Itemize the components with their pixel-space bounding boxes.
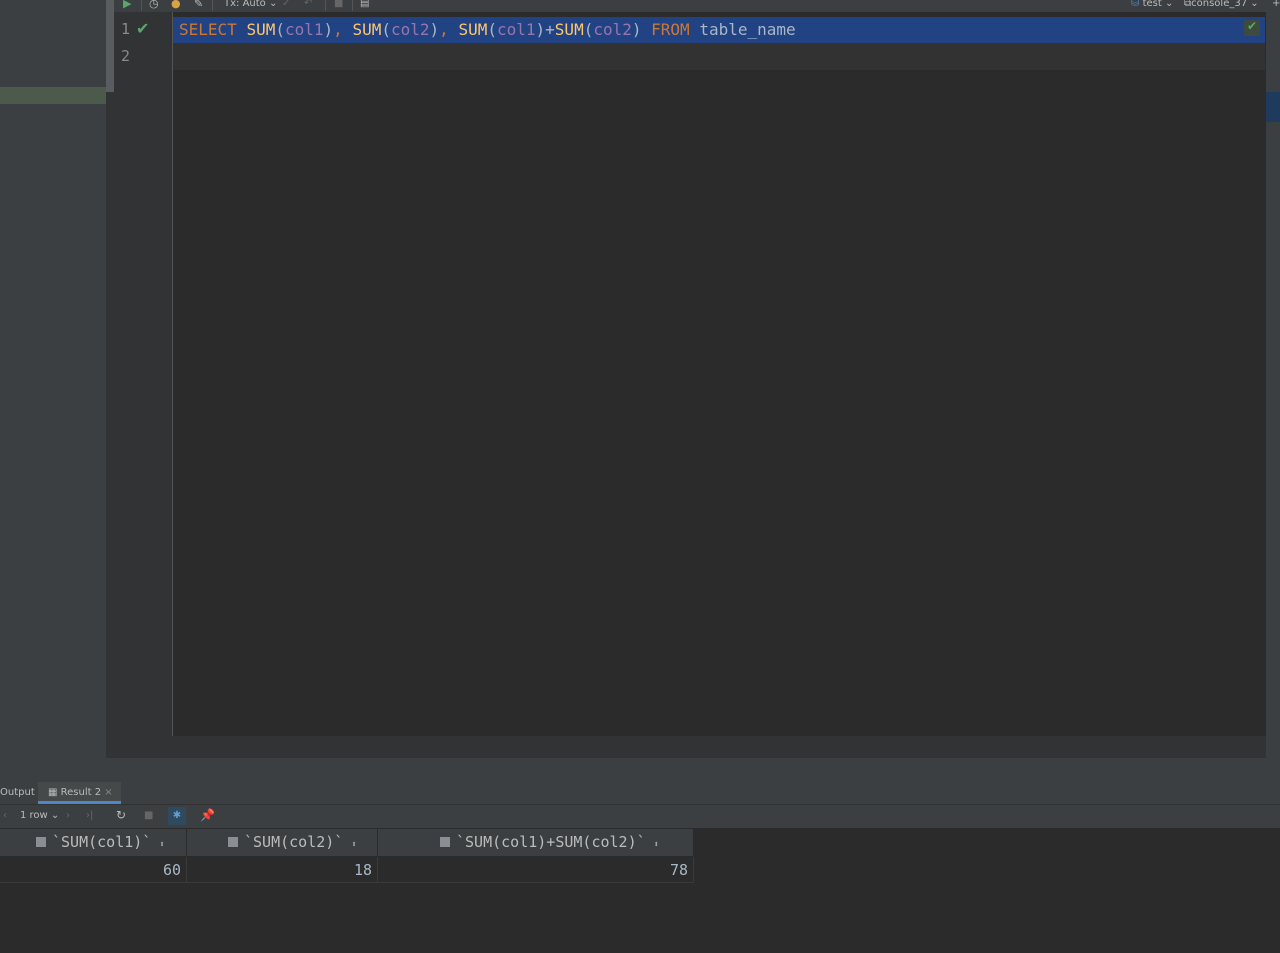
tab-result-label: Result 2 (60, 787, 102, 798)
column-icon (36, 836, 46, 847)
line-number-2: 2 (120, 47, 130, 65)
run-icon[interactable]: ▶ (123, 0, 131, 10)
refresh-icon[interactable]: ↻ (116, 808, 126, 822)
column-header-label: `SUM(col1)` (52, 833, 152, 851)
column-icon (440, 836, 450, 847)
console-toolbar: ▶ ◷ ● ✎ Tx: Auto ⌄ ✓ ↶ ■ ▤ ⛁ test ⌄ ⧉con… (114, 0, 1280, 12)
sql-function: SUM (458, 20, 488, 39)
stripe-marker[interactable] (1266, 92, 1280, 122)
table-view-icon[interactable]: ▤ (360, 0, 369, 10)
panel-splitter[interactable] (0, 758, 1280, 782)
tab-result-2[interactable]: ▦ Result 2 × (38, 782, 121, 804)
column-header-label: `SUM(col2)` (244, 833, 344, 851)
add-icon[interactable]: + (1272, 0, 1280, 10)
result-toolbar: ‹ 1 row ⌄ › ›| ↻ ■ ✱ 📌 (0, 805, 1280, 828)
close-icon[interactable]: × (104, 787, 112, 798)
current-line-highlight (173, 43, 1265, 70)
sql-keyword-from: FROM (651, 20, 690, 39)
services-tabs: Output ▦ Result 2 × (0, 782, 1280, 805)
datasource-label: test (1142, 0, 1162, 9)
project-panel-scrollbar[interactable] (106, 0, 114, 92)
column-header-sum-col1[interactable]: `SUM(col1)` ⬍ (0, 829, 186, 856)
sort-icon[interactable]: ⬍ (351, 840, 356, 850)
auto-layout-icon[interactable]: ✱ (168, 807, 186, 825)
sql-keyword-select: SELECT (179, 20, 237, 39)
stop-icon[interactable]: ■ (144, 810, 153, 821)
column-header-label: `SUM(col1)+SUM(col2)` (456, 833, 646, 851)
datasource-icon: ⛁ (1131, 0, 1140, 9)
tx-mode-label: Tx: Auto (224, 0, 266, 9)
project-panel (0, 0, 106, 758)
rollback-icon[interactable]: ↶ (304, 0, 312, 10)
last-page-icon[interactable]: ›| (86, 810, 93, 821)
column-header-sum-col2[interactable]: `SUM(col2)` ⬍ (187, 829, 377, 856)
column-header-sum-total[interactable]: `SUM(col1)+SUM(col2)` ⬍ (378, 829, 693, 856)
sql-column: col1 (284, 20, 324, 39)
column-icon (228, 836, 238, 847)
editor-horizontal-scrollbar[interactable] (114, 736, 1266, 758)
sql-statement[interactable]: SELECT SUM(col1), SUM(col2), SUM(col1)+S… (179, 19, 796, 41)
datasource-selector[interactable]: ⛁ test ⌄ (1131, 0, 1173, 10)
first-page-icon[interactable]: ‹ (3, 810, 7, 821)
sql-table-name: table_name (699, 20, 796, 39)
settings-wrench-icon[interactable]: ✎ (194, 0, 203, 10)
profile-icon[interactable]: ● (171, 0, 181, 10)
editor-right-stripe (1266, 12, 1280, 758)
table-icon: ▦ (48, 787, 58, 798)
row-count-label: 1 row (20, 810, 48, 821)
chevron-down-icon: ⌄ (50, 810, 60, 821)
stop-icon[interactable]: ■ (334, 0, 343, 10)
chevron-down-icon: ⌄ (1164, 0, 1174, 9)
tab-output[interactable]: Output (0, 787, 35, 798)
inspection-ok-icon[interactable]: ✔ (1244, 19, 1260, 36)
pin-icon[interactable]: 📌 (200, 808, 215, 822)
commit-icon[interactable]: ✓ (282, 0, 290, 10)
sql-column: col2 (593, 20, 632, 39)
sql-column: col2 (390, 20, 430, 39)
sort-icon[interactable]: ⬍ (159, 840, 164, 850)
chevron-down-icon: ⌄ (268, 0, 278, 9)
chevron-down-icon: ⌄ (1250, 0, 1259, 9)
selected-tree-item[interactable] (0, 87, 106, 104)
tx-mode-dropdown[interactable]: Tx: Auto ⌄ (224, 0, 277, 10)
sql-function: SUM (554, 20, 584, 39)
sort-icon[interactable]: ⬍ (654, 840, 659, 850)
cell-sum-col1[interactable]: 60 (0, 857, 187, 883)
next-page-icon[interactable]: › (66, 810, 70, 821)
project-panel-scroll-track (106, 92, 114, 758)
sql-operator: + (545, 20, 555, 39)
editor-gutter (114, 12, 172, 736)
row-count-dropdown[interactable]: 1 row ⌄ (20, 810, 59, 821)
line-number-1: 1 (120, 20, 130, 38)
sql-function: SUM (352, 20, 382, 39)
sql-column: col1 (496, 20, 536, 39)
sql-editor[interactable] (173, 12, 1265, 736)
history-icon[interactable]: ◷ (149, 0, 159, 10)
execution-success-check-icon: ✔ (136, 19, 150, 38)
sql-function: SUM (246, 20, 276, 39)
cell-sum-col2[interactable]: 18 (187, 857, 378, 883)
cell-sum-total[interactable]: 78 (378, 857, 694, 883)
console-selector[interactable]: ⧉console_37 ⌄ (1184, 0, 1259, 10)
console-label: console_37 (1191, 0, 1248, 9)
